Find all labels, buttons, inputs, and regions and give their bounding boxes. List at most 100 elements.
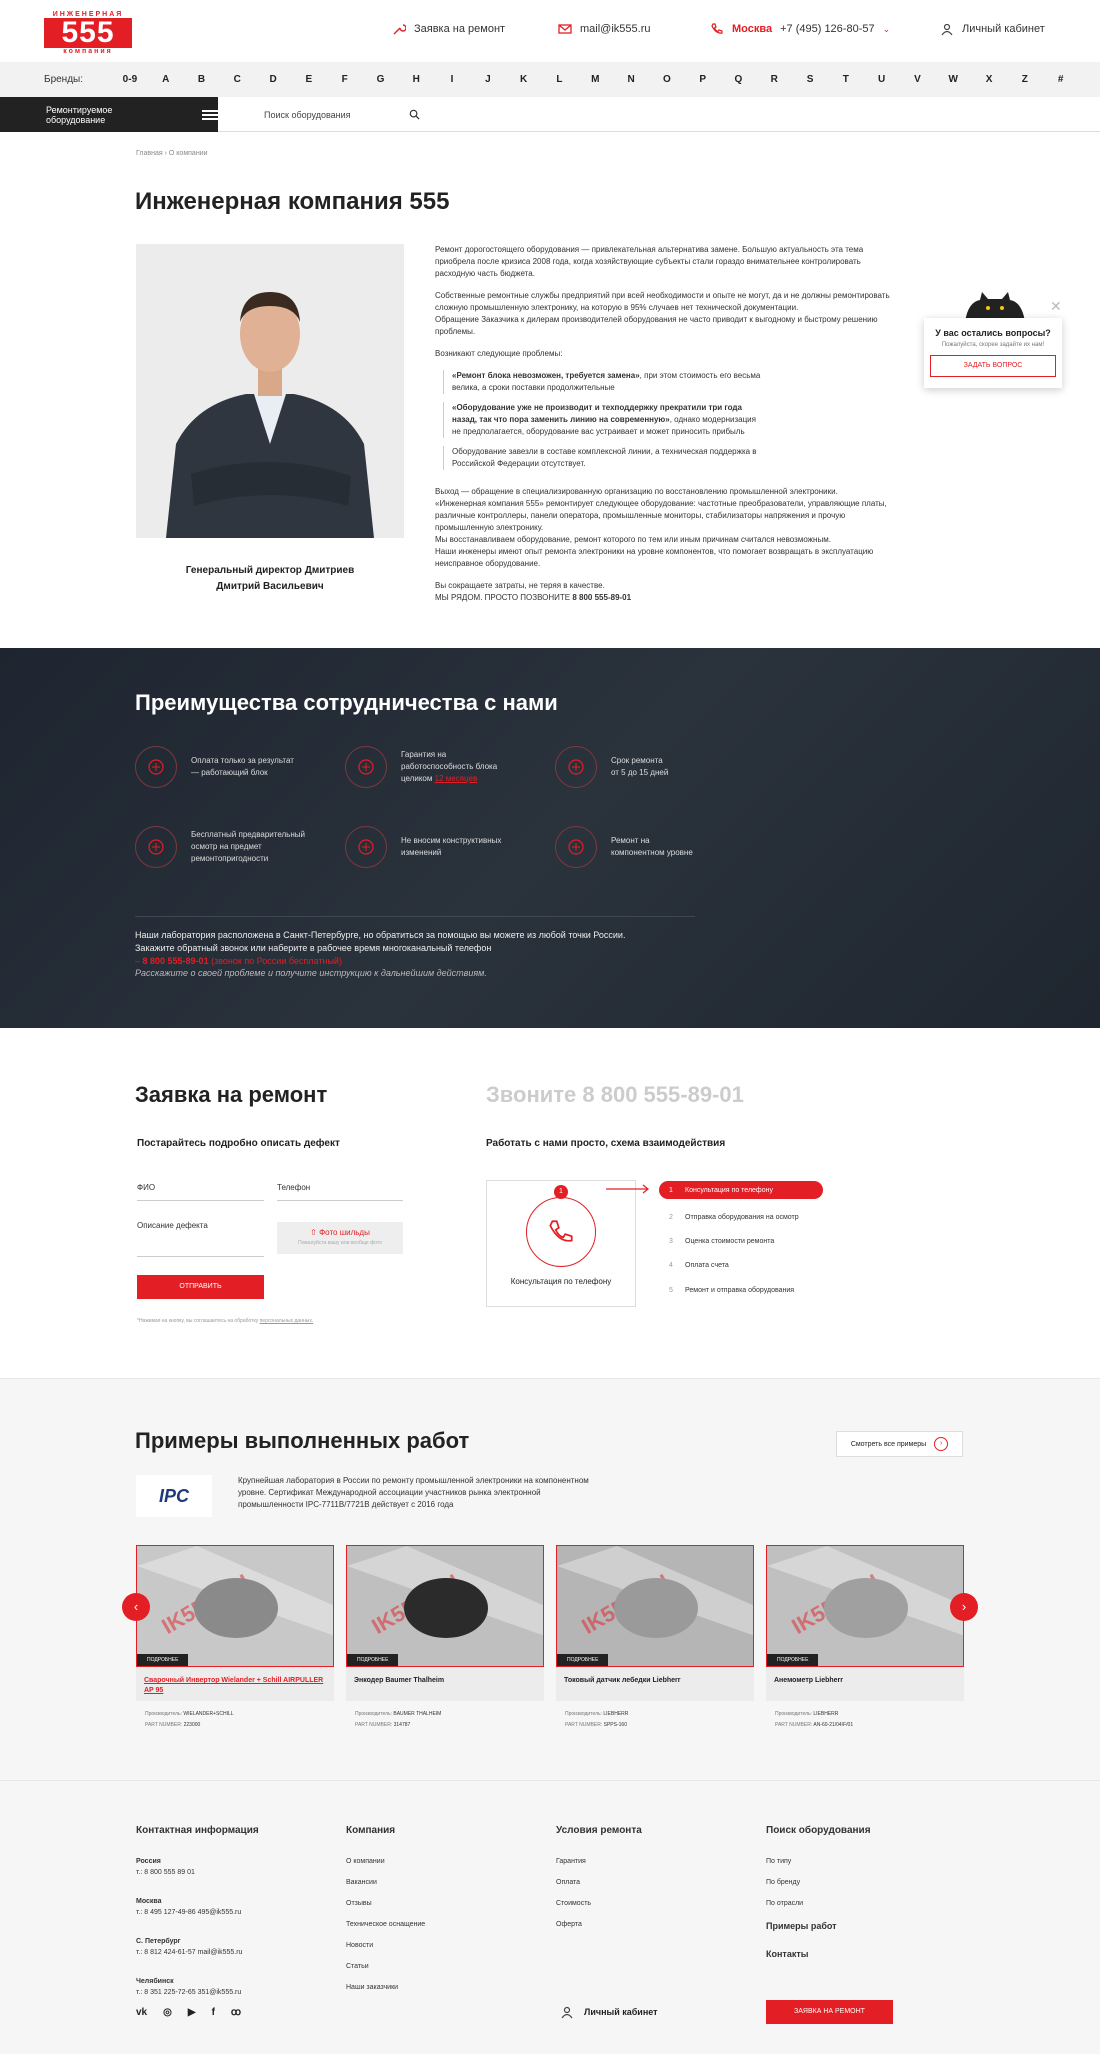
footer-link[interactable]: Статьи	[346, 1963, 425, 1970]
close-icon[interactable]: ✕	[1050, 298, 1062, 315]
brand-letter[interactable]: J	[470, 74, 506, 85]
brand-letter[interactable]: Z	[1007, 74, 1043, 85]
brand-letter[interactable]: N	[613, 74, 649, 85]
brand-letter[interactable]: M	[577, 74, 613, 85]
footer-link[interactable]: Отзывы	[346, 1900, 425, 1907]
brand-letter[interactable]: E	[291, 74, 327, 85]
footer-link[interactable]: Оферта	[556, 1921, 642, 1928]
footer-link[interactable]: Гарантия	[556, 1858, 642, 1865]
see-all-button[interactable]: Смотреть все примеры ›	[836, 1431, 963, 1457]
vk-icon[interactable]: vk	[136, 2007, 147, 2018]
brand-letter[interactable]: V	[900, 74, 936, 85]
brand-letter[interactable]: K	[506, 74, 542, 85]
footer-link[interactable]: По отрасли	[766, 1900, 871, 1907]
brand-letter[interactable]: #	[1043, 74, 1079, 85]
consent-link[interactable]: персональных данных.	[260, 1318, 314, 1324]
footer-link[interactable]: Наши заказчики	[346, 1984, 425, 1991]
name-field[interactable]: ФИО	[137, 1183, 264, 1201]
details-tag[interactable]: ПОДРОБНЕЕ	[347, 1654, 399, 1666]
work-title[interactable]: Сварочный Инвертор Wielander + Schill AI…	[136, 1667, 334, 1701]
call-title[interactable]: Звоните 8 800 555-89-01	[486, 1082, 744, 1108]
step-item[interactable]: 5 Ремонт и отправка оборудования	[659, 1278, 823, 1302]
account-link[interactable]: Личный кабинет	[940, 22, 1045, 36]
work-image[interactable]: IK555.RUПОДРОБНЕЕ	[346, 1545, 544, 1667]
city-label[interactable]: Москва	[732, 23, 772, 35]
footer-link[interactable]: Техническое оснащение	[346, 1921, 425, 1928]
brand-letter[interactable]: I	[434, 74, 470, 85]
brand-letter[interactable]: A	[148, 74, 184, 85]
details-tag[interactable]: ПОДРОБНЕЕ	[137, 1654, 189, 1666]
footer-link[interactable]: Вакансии	[346, 1879, 425, 1886]
footer-works-link[interactable]: Примеры работ	[766, 1921, 871, 1931]
about-call-phone[interactable]: 8 800 555-89-01	[572, 593, 631, 602]
email-link[interactable]: mail@ik555.ru	[558, 22, 650, 36]
footer-link[interactable]: Оплата	[556, 1879, 642, 1886]
footer-link[interactable]: По бренду	[766, 1879, 871, 1886]
step-item[interactable]: 3 Оценка стоимости ремонта	[659, 1229, 823, 1253]
work-card[interactable]: IK555.RUПОДРОБНЕЕСварочный Инвертор Wiel…	[136, 1545, 334, 1745]
work-image[interactable]: IK555.RUПОДРОБНЕЕ	[136, 1545, 334, 1667]
logo[interactable]: ИНЖЕНЕРНАЯ 555 компания	[44, 11, 132, 55]
youtube-icon[interactable]: ▶	[188, 2007, 196, 2018]
brand-letter[interactable]: D	[255, 74, 291, 85]
brand-letter[interactable]: W	[935, 74, 971, 85]
brand-letter[interactable]: L	[542, 74, 578, 85]
catalog-button[interactable]: Ремонтируемое оборудование	[0, 97, 218, 132]
brand-letter[interactable]: H	[398, 74, 434, 85]
step-item[interactable]: 2 Отправка оборудования на осмотр	[659, 1205, 823, 1229]
footer-contacts-link[interactable]: Контакты	[766, 1949, 871, 1959]
details-tag[interactable]: ПОДРОБНЕЕ	[767, 1654, 819, 1666]
carousel-prev-button[interactable]: ‹	[122, 1593, 150, 1621]
brand-letter[interactable]: U	[864, 74, 900, 85]
warranty-link[interactable]: 12 месяцев	[435, 774, 478, 783]
footer-link[interactable]: По типу	[766, 1858, 871, 1865]
brand-letter[interactable]: T	[828, 74, 864, 85]
brand-letter[interactable]: O	[649, 74, 685, 85]
work-title[interactable]: Токовый датчик лебедки Liebherr	[556, 1667, 754, 1701]
search-input[interactable]: Поиск оборудования	[264, 97, 420, 132]
work-card[interactable]: IK555.RUПОДРОБНЕЕАнемометр Liebherr Произ…	[766, 1545, 964, 1745]
lab-phone[interactable]: – 8 800 555-89-01 (звонок по России бесп…	[135, 955, 695, 968]
brand-letter[interactable]: B	[184, 74, 220, 85]
breadcrumb-home[interactable]: Главная	[136, 150, 163, 157]
defect-field[interactable]: Описание дефекта	[137, 1221, 264, 1257]
footer-link[interactable]: О компании	[346, 1858, 425, 1865]
footer-request-button[interactable]: ЗАЯВКА НА РЕМОНТ	[766, 2000, 893, 2024]
brand-letter[interactable]: 0-9	[112, 74, 148, 85]
brand-letter[interactable]: F	[327, 74, 363, 85]
phone-field[interactable]: Телефон	[277, 1183, 403, 1201]
facebook-icon[interactable]: f	[212, 2007, 215, 2018]
carousel-next-button[interactable]: ›	[950, 1593, 978, 1621]
brand-letter[interactable]: Q	[721, 74, 757, 85]
odnoklassniki-icon[interactable]: ꝏ	[231, 2007, 241, 2018]
work-image[interactable]: IK555.RUПОДРОБНЕЕ	[766, 1545, 964, 1667]
work-image[interactable]: IK555.RUПОДРОБНЕЕ	[556, 1545, 754, 1667]
photo-upload-button[interactable]: ⇧ Фото шильды Пожалуйста вашу или вообще…	[277, 1222, 403, 1254]
brand-letter[interactable]: R	[756, 74, 792, 85]
step-item[interactable]: 1 Консультация по телефону	[659, 1181, 823, 1199]
contact-line[interactable]: т.: 8 812 424-61-57 mail@ik555.ru	[136, 1949, 259, 1956]
brand-letter[interactable]: C	[219, 74, 255, 85]
contact-line[interactable]: т.: 8 800 555 89 01	[136, 1869, 259, 1876]
search-icon[interactable]	[409, 109, 420, 120]
step-item[interactable]: 4 Оплата счета	[659, 1254, 823, 1278]
send-button[interactable]: ОТПРАВИТЬ	[137, 1275, 264, 1299]
brand-letter[interactable]: X	[971, 74, 1007, 85]
repair-request-link[interactable]: Заявка на ремонт	[392, 22, 505, 36]
work-title[interactable]: Энкодер Baumer Thalheim	[346, 1667, 544, 1701]
contact-line[interactable]: т.: 8 351 225-72-65 351@ik555.ru	[136, 1989, 259, 1996]
work-card[interactable]: IK555.RUПОДРОБНЕЕТоковый датчик лебедки …	[556, 1545, 754, 1745]
work-card[interactable]: IK555.RUПОДРОБНЕЕЭнкодер Baumer Thalheim…	[346, 1545, 544, 1745]
footer-link[interactable]: Новости	[346, 1942, 425, 1949]
brand-letter[interactable]: S	[792, 74, 828, 85]
brand-letter[interactable]: G	[363, 74, 399, 85]
ask-question-button[interactable]: ЗАДАТЬ ВОПРОС	[930, 355, 1056, 377]
brand-letter[interactable]: P	[685, 74, 721, 85]
footer-link[interactable]: Стоимость	[556, 1900, 642, 1907]
details-tag[interactable]: ПОДРОБНЕЕ	[557, 1654, 609, 1666]
city-phone[interactable]: Москва +7 (495) 126-80-57 ⌄	[710, 22, 890, 36]
instagram-icon[interactable]: ◎	[163, 2007, 172, 2018]
contact-line[interactable]: т.: 8 495 127-49-86 495@ik555.ru	[136, 1909, 259, 1916]
footer-account-link[interactable]: Личный кабинет	[560, 2005, 658, 2019]
chevron-down-icon[interactable]: ⌄	[883, 24, 891, 35]
